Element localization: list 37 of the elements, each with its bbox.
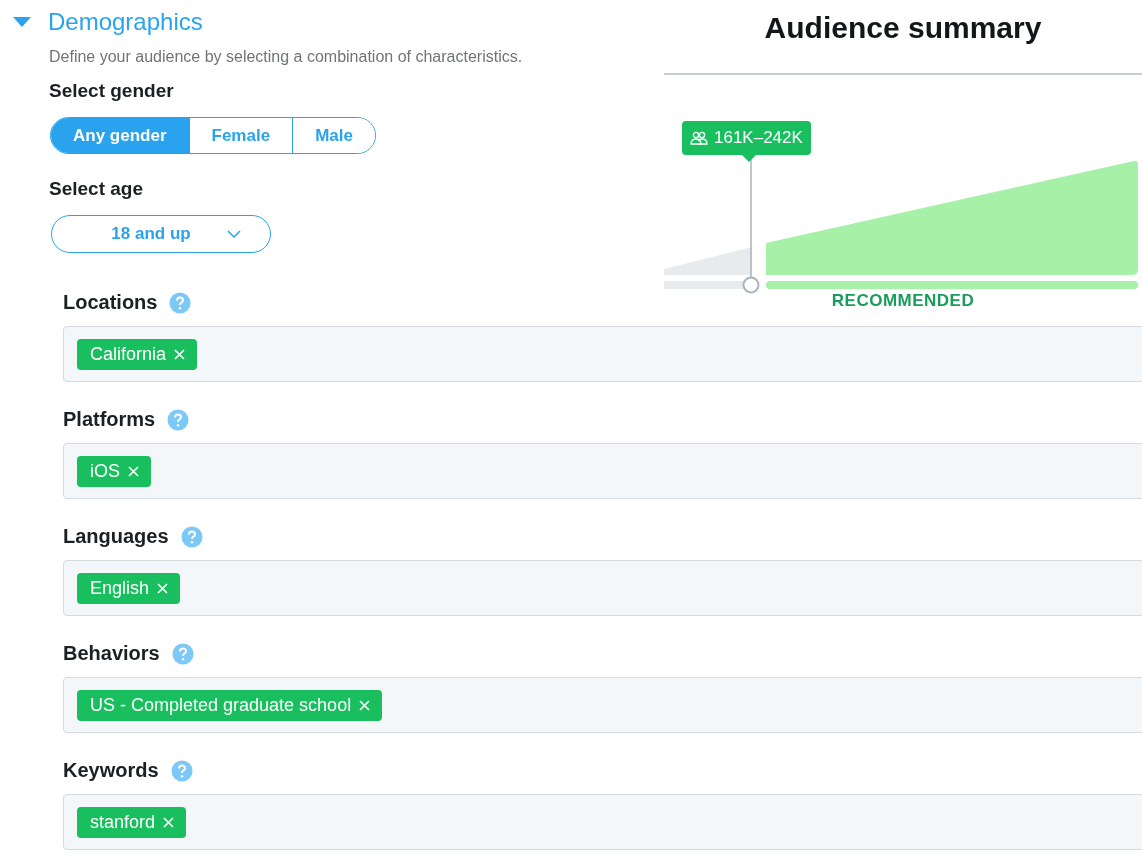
field-label: Locations [63, 291, 158, 314]
remove-tag-button[interactable] [157, 582, 169, 594]
age-dropdown[interactable]: 18 and up [51, 215, 271, 253]
tag-input-field[interactable]: stanford [63, 794, 1142, 850]
gender-option[interactable]: Male [292, 118, 375, 153]
tag-input-field[interactable]: US - Completed graduate school [63, 677, 1142, 733]
field-label: Languages [63, 525, 169, 548]
remove-tag-button[interactable] [174, 348, 186, 360]
age-label: Select age [49, 178, 144, 200]
help-icon[interactable] [180, 525, 203, 548]
tag-label: US - Completed graduate school [90, 694, 352, 716]
field-label: Platforms [63, 408, 156, 431]
chevron-icon [226, 230, 241, 238]
tag-input-field[interactable]: English [63, 560, 1142, 616]
tag-label: California [90, 343, 167, 365]
help-icon[interactable] [171, 642, 194, 665]
help-icon[interactable] [167, 408, 190, 431]
remove-tag-button[interactable] [359, 699, 371, 711]
field-label: Behaviors [63, 642, 160, 665]
tag-label: stanford [90, 811, 156, 833]
tag-input-field[interactable]: iOS [63, 443, 1142, 499]
tag-label: English [90, 577, 150, 599]
gender-option[interactable]: Any gender [51, 118, 189, 153]
people-icon [690, 131, 708, 145]
caret-icon[interactable] [12, 16, 32, 28]
help-icon[interactable] [169, 291, 192, 314]
tag-input-field[interactable]: California [63, 326, 1142, 382]
section-title: Demographics [48, 8, 203, 36]
gender-label: Select gender [49, 80, 175, 102]
remove-tag-button[interactable] [163, 816, 175, 828]
summary-title: Audience summary [763, 11, 1043, 46]
field-label: Keywords [63, 759, 159, 782]
tag-label: iOS [90, 460, 120, 482]
recommended-label: RECOMMENDED [830, 291, 976, 311]
remove-tag-button[interactable] [128, 465, 139, 477]
section-description: Define your audience by selecting a combination of characteristics. [49, 48, 524, 66]
help-icon[interactable] [170, 759, 193, 782]
